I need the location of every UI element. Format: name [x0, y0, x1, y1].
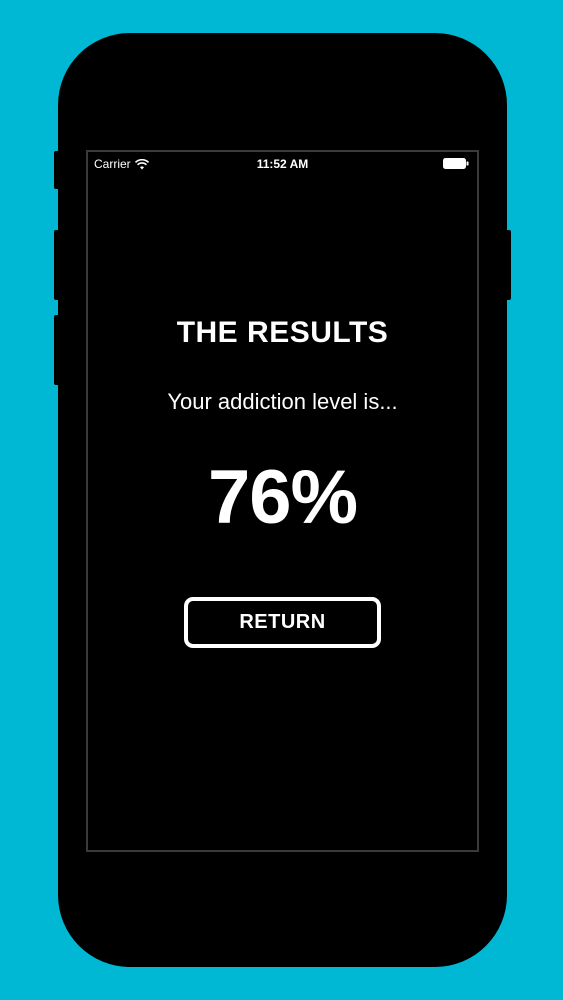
results-subtitle: Your addiction level is...: [167, 389, 398, 414]
addiction-percentage: 76%: [207, 455, 358, 540]
return-button[interactable]: RETURN: [184, 597, 381, 648]
phone-screen: Carrier 11:52 AM THE RESULTS Your addict…: [86, 150, 479, 852]
results-title: THE RESULTS: [176, 316, 389, 349]
status-bar: Carrier 11:52 AM: [88, 152, 477, 178]
status-time: 11:52 AM: [256, 157, 309, 171]
battery-icon: [443, 158, 469, 169]
